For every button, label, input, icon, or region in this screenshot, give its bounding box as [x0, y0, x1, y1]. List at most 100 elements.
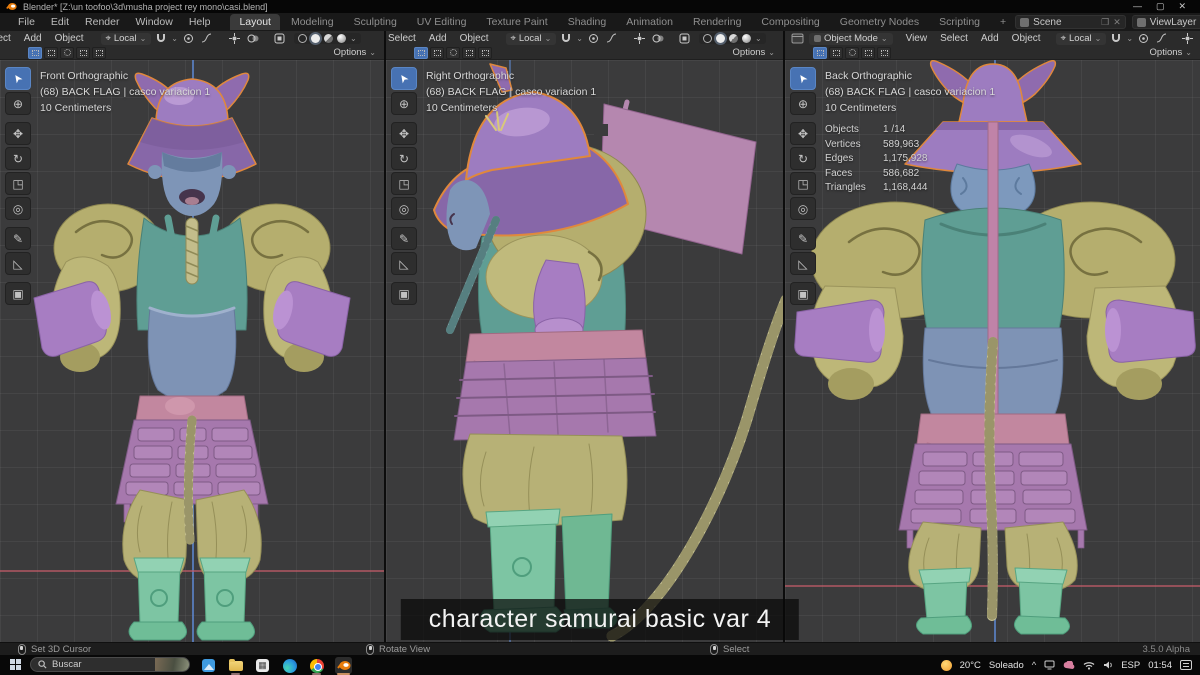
tool-measure[interactable]: ◺ [391, 252, 417, 275]
snapping-dropdown-icon[interactable]: ⌄ [1126, 34, 1133, 43]
clock[interactable]: 01:54 [1148, 660, 1172, 671]
tab-uv-editing[interactable]: UV Editing [408, 14, 476, 30]
tool-cursor[interactable]: ⊕ [790, 92, 816, 115]
snapping-magnet-icon[interactable] [154, 32, 168, 45]
xray-toggle-icon[interactable] [677, 32, 692, 45]
menu-add[interactable]: Add [18, 33, 48, 44]
select-mode-circle[interactable] [60, 46, 74, 59]
select-mode-box[interactable] [44, 46, 58, 59]
proportional-editing-icon[interactable] [1136, 32, 1151, 45]
tab-scripting[interactable]: Scripting [930, 14, 989, 30]
tab-layout[interactable]: Layout [230, 14, 280, 30]
tool-transform[interactable]: ◎ [5, 197, 31, 220]
menu-select[interactable]: Select [386, 33, 422, 44]
select-mode-paint[interactable] [92, 46, 106, 59]
weather-sun-icon[interactable] [940, 659, 952, 671]
shading-rendered-icon[interactable] [336, 34, 346, 43]
select-mode-box[interactable] [829, 46, 843, 59]
tool-scale[interactable]: ◳ [5, 172, 31, 195]
tool-cursor[interactable]: ⊕ [5, 92, 31, 115]
tab-shading[interactable]: Shading [559, 14, 616, 30]
editor-type-icon[interactable] [789, 32, 806, 45]
tab-geometry-nodes[interactable]: Geometry Nodes [831, 14, 928, 30]
taskbar-app-chrome[interactable] [308, 657, 325, 675]
shading-wireframe-icon[interactable] [297, 34, 307, 43]
tab-sculpting[interactable]: Sculpting [345, 14, 406, 30]
tool-annotate[interactable]: ✎ [5, 227, 31, 250]
snapping-dropdown-icon[interactable]: ⌄ [576, 34, 583, 43]
viewlayer-selector[interactable]: ViewLayer ❐ ✕ [1131, 15, 1200, 29]
samurai-model-front[interactable] [22, 66, 362, 642]
tray-chevron-up-icon[interactable]: ^ [1032, 660, 1036, 671]
notification-center-icon[interactable] [1180, 660, 1192, 670]
options-dropdown[interactable]: Options ⌄ [733, 47, 775, 58]
select-mode-box[interactable] [430, 46, 444, 59]
tool-add-cube[interactable]: ▣ [5, 282, 31, 305]
unlink-scene-icon[interactable]: ✕ [1113, 17, 1121, 28]
scene-selector[interactable]: Scene ❐ ✕ [1015, 15, 1126, 29]
tool-measure[interactable]: ◺ [790, 252, 816, 275]
menu-add[interactable]: Add [975, 33, 1005, 44]
proportional-editing-icon[interactable] [586, 32, 601, 45]
menu-select[interactable]: Select [934, 33, 974, 44]
menu-file[interactable]: File [10, 15, 43, 29]
select-mode-lasso[interactable] [76, 46, 90, 59]
tray-display-icon[interactable] [1044, 660, 1055, 670]
shading-solid-icon[interactable] [715, 34, 725, 43]
select-mode-tweak[interactable] [414, 46, 428, 59]
options-dropdown[interactable]: Options ⌄ [1150, 47, 1192, 58]
select-mode-circle[interactable] [845, 46, 859, 59]
menu-select[interactable]: Select [0, 33, 17, 44]
transform-orientation-dropdown[interactable]: ⌖ Local ⌄ [100, 32, 152, 45]
falloff-curve-icon[interactable] [1154, 32, 1169, 45]
tool-rotate[interactable]: ↻ [5, 147, 31, 170]
select-mode-lasso[interactable] [861, 46, 875, 59]
snapping-magnet-icon[interactable] [559, 32, 573, 45]
show-gizmo-icon[interactable] [227, 32, 242, 45]
menu-object[interactable]: Object [1006, 33, 1047, 44]
tool-add-cube[interactable]: ▣ [391, 282, 417, 305]
tool-select-box[interactable]: ➤ [391, 67, 417, 90]
weather-temp[interactable]: 20°C [960, 660, 981, 671]
menu-object[interactable]: Object [454, 33, 495, 44]
tray-onedrive-icon[interactable] [1063, 660, 1075, 670]
tool-rotate[interactable]: ↻ [391, 147, 417, 170]
select-mode-paint[interactable] [478, 46, 492, 59]
tab-compositing[interactable]: Compositing [752, 14, 828, 30]
weather-desc[interactable]: Soleado [989, 660, 1024, 671]
select-mode-lasso[interactable] [462, 46, 476, 59]
show-overlays-icon[interactable] [245, 32, 261, 45]
snapping-dropdown-icon[interactable]: ⌄ [171, 34, 178, 43]
volume-icon[interactable] [1103, 660, 1113, 670]
tool-select-box[interactable]: ➤ [790, 67, 816, 90]
xray-toggle-icon[interactable] [272, 32, 287, 45]
shading-wireframe-icon[interactable] [702, 34, 712, 43]
taskbar-app-blender[interactable] [335, 657, 352, 675]
shading-solid-icon[interactable] [310, 34, 320, 43]
taskbar-app-photos[interactable] [200, 657, 217, 674]
proportional-editing-icon[interactable] [181, 32, 196, 45]
tool-rotate[interactable]: ↻ [790, 147, 816, 170]
samurai-model-side[interactable] [394, 62, 783, 642]
tab-modeling[interactable]: Modeling [282, 14, 343, 30]
menu-render[interactable]: Render [77, 15, 127, 29]
tool-scale[interactable]: ◳ [391, 172, 417, 195]
viewport-canvas-right[interactable]: ➤ ⊕ ✥ ↻ ◳ ◎ ✎ ◺ ▣ Right Orthographic (68… [386, 60, 783, 642]
search-input[interactable] [52, 659, 138, 670]
select-mode-tweak[interactable] [28, 46, 42, 59]
tool-transform[interactable]: ◎ [790, 197, 816, 220]
menu-help[interactable]: Help [181, 15, 219, 29]
mode-dropdown[interactable]: Object Mode ⌄ [809, 32, 893, 45]
falloff-curve-icon[interactable] [604, 32, 619, 45]
tool-move[interactable]: ✥ [790, 122, 816, 145]
menu-window[interactable]: Window [127, 15, 180, 29]
tool-move[interactable]: ✥ [5, 122, 31, 145]
menu-object[interactable]: Object [49, 33, 90, 44]
tab-texture-paint[interactable]: Texture Paint [477, 14, 556, 30]
maximize-icon[interactable]: ▢ [1156, 1, 1165, 12]
taskbar-app-file-explorer[interactable] [227, 657, 244, 675]
tool-move[interactable]: ✥ [391, 122, 417, 145]
show-overlays-icon[interactable] [650, 32, 666, 45]
select-mode-tweak[interactable] [813, 46, 827, 59]
snapping-magnet-icon[interactable] [1109, 32, 1123, 45]
